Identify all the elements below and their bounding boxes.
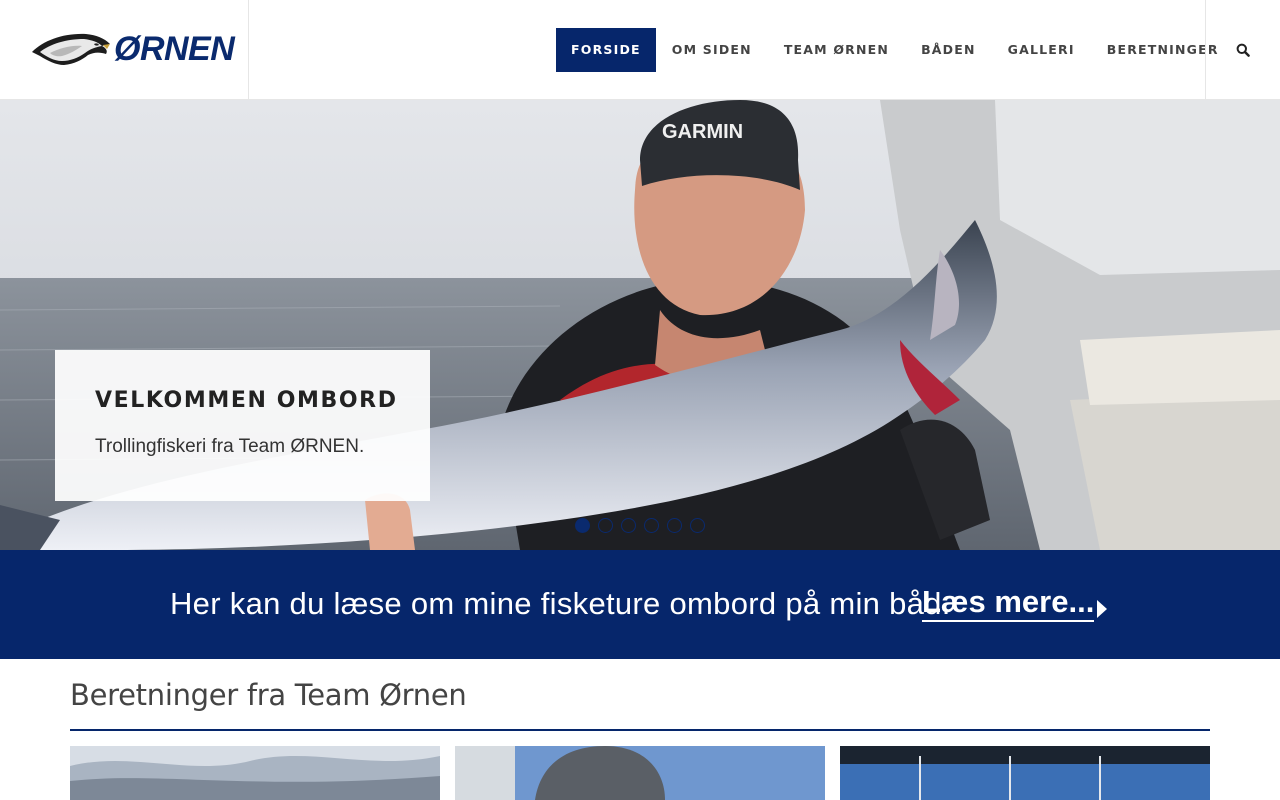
slider-dot-4[interactable] xyxy=(644,518,659,533)
caret-right-icon[interactable] xyxy=(1097,600,1107,618)
hero-slider: GARMIN VELKOMMEN OMBORD Trollingfiskeri … xyxy=(0,100,1280,550)
slider-dot-3[interactable] xyxy=(621,518,636,533)
section-title: Beretninger fra Team Ørnen xyxy=(70,678,467,712)
slider-dot-1[interactable] xyxy=(575,518,590,533)
site-header: ØRNEN FORSIDE OM SIDEN TEAM ØRNEN BÅDEN … xyxy=(0,0,1280,100)
slide-title: VELKOMMEN OMBORD xyxy=(95,388,398,413)
report-card-2[interactable] xyxy=(455,746,825,800)
eagle-logo-icon xyxy=(32,33,110,65)
report-card-image xyxy=(70,746,440,800)
report-card-image xyxy=(455,746,825,800)
slide-subtitle: Trollingfiskeri fra Team ØRNEN. xyxy=(95,436,365,457)
read-more-link[interactable]: Læs mere... xyxy=(922,584,1095,622)
nav-item-galleri[interactable]: GALLERI xyxy=(992,28,1091,72)
logo-text: ØRNEN xyxy=(114,30,235,68)
report-card-1[interactable] xyxy=(70,746,440,800)
nav-item-team-ornen[interactable]: TEAM ØRNEN xyxy=(768,28,905,72)
slider-dot-5[interactable] xyxy=(667,518,682,533)
report-card-image xyxy=(840,746,1210,800)
nav-item-forside[interactable]: FORSIDE xyxy=(556,28,656,72)
report-card-3[interactable] xyxy=(840,746,1210,800)
section-divider xyxy=(70,729,1210,731)
intro-banner: Her kan du læse om mine fisketure ombord… xyxy=(0,550,1280,659)
main-nav: FORSIDE OM SIDEN TEAM ØRNEN BÅDEN GALLER… xyxy=(556,28,1235,72)
svg-text:GARMIN: GARMIN xyxy=(662,121,743,143)
nav-item-baden[interactable]: BÅDEN xyxy=(905,28,992,72)
logo[interactable]: ØRNEN xyxy=(0,0,249,100)
slider-dot-6[interactable] xyxy=(690,518,705,533)
search-icon[interactable] xyxy=(1236,43,1250,57)
nav-item-om-siden[interactable]: OM SIDEN xyxy=(656,28,768,72)
slider-dot-2[interactable] xyxy=(598,518,613,533)
banner-text: Her kan du læse om mine fisketure ombord… xyxy=(170,586,951,621)
slide-caption: VELKOMMEN OMBORD Trollingfiskeri fra Tea… xyxy=(55,350,430,501)
slider-pagination xyxy=(575,518,713,533)
